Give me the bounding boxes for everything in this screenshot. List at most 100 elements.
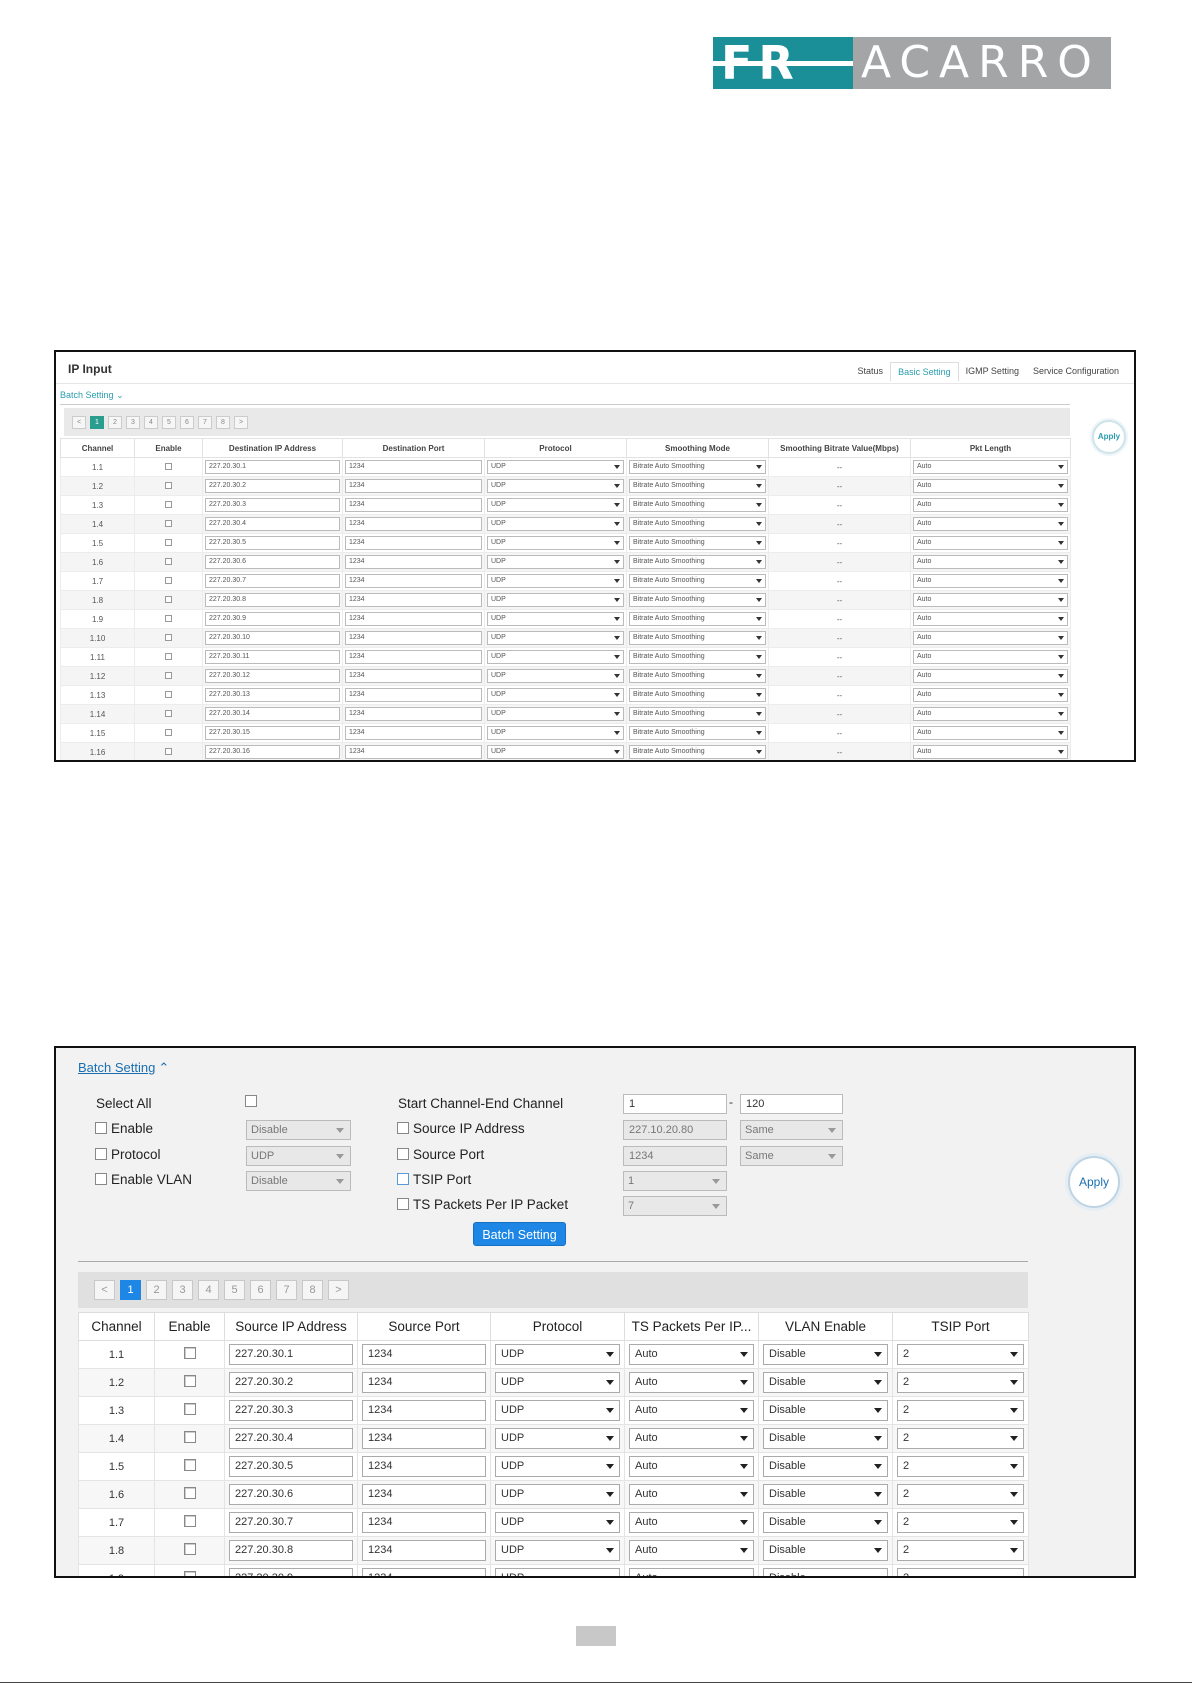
pkt-length-select[interactable]: Auto [913, 460, 1068, 474]
protocol-select[interactable]: UDP [495, 1512, 620, 1533]
page-button[interactable]: > [234, 415, 248, 429]
destination-port-input[interactable]: 1234 [345, 517, 482, 531]
vlan-enable-select[interactable]: Disable [763, 1540, 888, 1561]
ts-packets-select[interactable]: 7 [623, 1196, 727, 1216]
enable-checkbox[interactable] [183, 1571, 196, 1576]
source-port-input[interactable]: 1234 [362, 1484, 486, 1505]
page-button[interactable]: 6 [250, 1280, 271, 1300]
destination-ip-input[interactable]: 227.20.30.9 [205, 612, 340, 626]
source-ip-input[interactable]: 227.20.30.7 [229, 1512, 353, 1533]
ts-packets-select[interactable]: Auto [629, 1456, 754, 1477]
protocol-select[interactable]: UDP [487, 460, 624, 474]
destination-ip-input[interactable]: 227.20.30.7 [205, 574, 340, 588]
enable-checkbox[interactable] [165, 500, 172, 508]
tab-basic-setting[interactable]: Basic Setting [890, 362, 959, 381]
smoothing-mode-select[interactable]: Bitrate Auto Smoothing [629, 517, 766, 531]
destination-port-input[interactable]: 1234 [345, 536, 482, 550]
enable-checkbox[interactable] [183, 1515, 196, 1527]
tsip-port-select[interactable]: 2 [897, 1568, 1024, 1576]
vlan-enable-select[interactable]: Disable [763, 1512, 888, 1533]
pkt-length-select[interactable]: Auto [913, 498, 1068, 512]
ts-packets-select[interactable]: Auto [629, 1400, 754, 1421]
source-ip-input[interactable]: 227.20.30.1 [229, 1344, 353, 1365]
enable-checkbox[interactable] [165, 671, 172, 679]
vlan-enable-select[interactable]: Disable [763, 1344, 888, 1365]
vlan-enable-select[interactable]: Disable [763, 1484, 888, 1505]
destination-ip-input[interactable]: 227.20.30.1 [205, 460, 340, 474]
destination-port-input[interactable]: 1234 [345, 612, 482, 626]
smoothing-mode-select[interactable]: Bitrate Auto Smoothing [629, 612, 766, 626]
page-button[interactable]: < [72, 415, 86, 429]
destination-port-input[interactable]: 1234 [345, 498, 482, 512]
smoothing-mode-select[interactable]: Bitrate Auto Smoothing [629, 593, 766, 607]
enable-checkbox[interactable] [183, 1347, 196, 1359]
batch-setting-toggle[interactable]: Batch Setting ⌄ [60, 390, 124, 401]
protocol-select[interactable]: UDP [487, 745, 624, 759]
protocol-select[interactable]: UDP [487, 707, 624, 721]
destination-port-input[interactable]: 1234 [345, 631, 482, 645]
apply-button[interactable]: Apply [1092, 420, 1126, 454]
destination-ip-input[interactable]: 227.20.30.10 [205, 631, 340, 645]
source-port-input[interactable]: 1234 [362, 1512, 486, 1533]
smoothing-mode-select[interactable]: Bitrate Auto Smoothing [629, 688, 766, 702]
page-button[interactable]: > [328, 1280, 349, 1300]
ts-packets-select[interactable]: Auto [629, 1540, 754, 1561]
smoothing-mode-select[interactable]: Bitrate Auto Smoothing [629, 726, 766, 740]
destination-ip-input[interactable]: 227.20.30.16 [205, 745, 340, 759]
source-ip-input[interactable]: 227.20.30.8 [229, 1540, 353, 1561]
smoothing-mode-select[interactable]: Bitrate Auto Smoothing [629, 631, 766, 645]
protocol-select[interactable]: UDP [495, 1428, 620, 1449]
ts-packets-select[interactable]: Auto [629, 1372, 754, 1393]
enable-select[interactable]: Disable [246, 1120, 351, 1140]
pkt-length-select[interactable]: Auto [913, 574, 1068, 588]
enable-checkbox[interactable] [165, 519, 172, 527]
tab-status[interactable]: Status [851, 362, 891, 381]
page-button[interactable]: 8 [216, 415, 230, 429]
source-port-mode-select[interactable]: Same [740, 1146, 843, 1166]
pkt-length-select[interactable]: Auto [913, 650, 1068, 664]
destination-port-input[interactable]: 1234 [345, 555, 482, 569]
pkt-length-select[interactable]: Auto [913, 593, 1068, 607]
destination-ip-input[interactable]: 227.20.30.11 [205, 650, 340, 664]
protocol-select[interactable]: UDP [495, 1456, 620, 1477]
enable-checkbox[interactable] [165, 538, 172, 546]
pkt-length-select[interactable]: Auto [913, 479, 1068, 493]
page-button[interactable]: 7 [198, 415, 212, 429]
destination-port-input[interactable]: 1234 [345, 745, 482, 759]
destination-port-input[interactable]: 1234 [345, 669, 482, 683]
page-button[interactable]: 6 [180, 415, 194, 429]
destination-ip-input[interactable]: 227.20.30.4 [205, 517, 340, 531]
tsip-port-select[interactable]: 2 [897, 1400, 1024, 1421]
tsip-port-select[interactable]: 2 [897, 1372, 1024, 1393]
batch-setting-button[interactable]: Batch Setting [473, 1222, 566, 1246]
apply-button[interactable]: Apply [1068, 1156, 1120, 1208]
destination-port-input[interactable]: 1234 [345, 726, 482, 740]
enable-checkbox[interactable] [165, 481, 172, 489]
source-ip-input[interactable]: 227.20.30.5 [229, 1456, 353, 1477]
pkt-length-select[interactable]: Auto [913, 555, 1068, 569]
source-port-input[interactable]: 1234 [362, 1344, 486, 1365]
protocol-select[interactable]: UDP [487, 650, 624, 664]
smoothing-mode-select[interactable]: Bitrate Auto Smoothing [629, 555, 766, 569]
pkt-length-select[interactable]: Auto [913, 669, 1068, 683]
enable-checkbox[interactable] [183, 1459, 196, 1471]
protocol-select[interactable]: UDP [487, 669, 624, 683]
page-button[interactable]: 4 [198, 1280, 219, 1300]
page-button[interactable]: 5 [224, 1280, 245, 1300]
destination-port-input[interactable]: 1234 [345, 593, 482, 607]
smoothing-mode-select[interactable]: Bitrate Auto Smoothing [629, 650, 766, 664]
enable-checkbox[interactable] [165, 614, 172, 622]
destination-ip-input[interactable]: 227.20.30.5 [205, 536, 340, 550]
protocol-select[interactable]: UDP [487, 574, 624, 588]
enable-checkbox[interactable] [165, 747, 172, 755]
enable-checkbox[interactable] [165, 595, 172, 603]
protocol-select[interactable]: UDP [495, 1372, 620, 1393]
tsip-port-select[interactable]: 2 [897, 1484, 1024, 1505]
enable-checkbox[interactable] [95, 1122, 107, 1134]
source-port-input[interactable]: 1234 [362, 1372, 486, 1393]
protocol-select[interactable]: UDP [495, 1484, 620, 1505]
destination-port-input[interactable]: 1234 [345, 707, 482, 721]
enable-checkbox[interactable] [165, 690, 172, 698]
enable-checkbox[interactable] [183, 1431, 196, 1443]
enable-checkbox[interactable] [165, 576, 172, 584]
